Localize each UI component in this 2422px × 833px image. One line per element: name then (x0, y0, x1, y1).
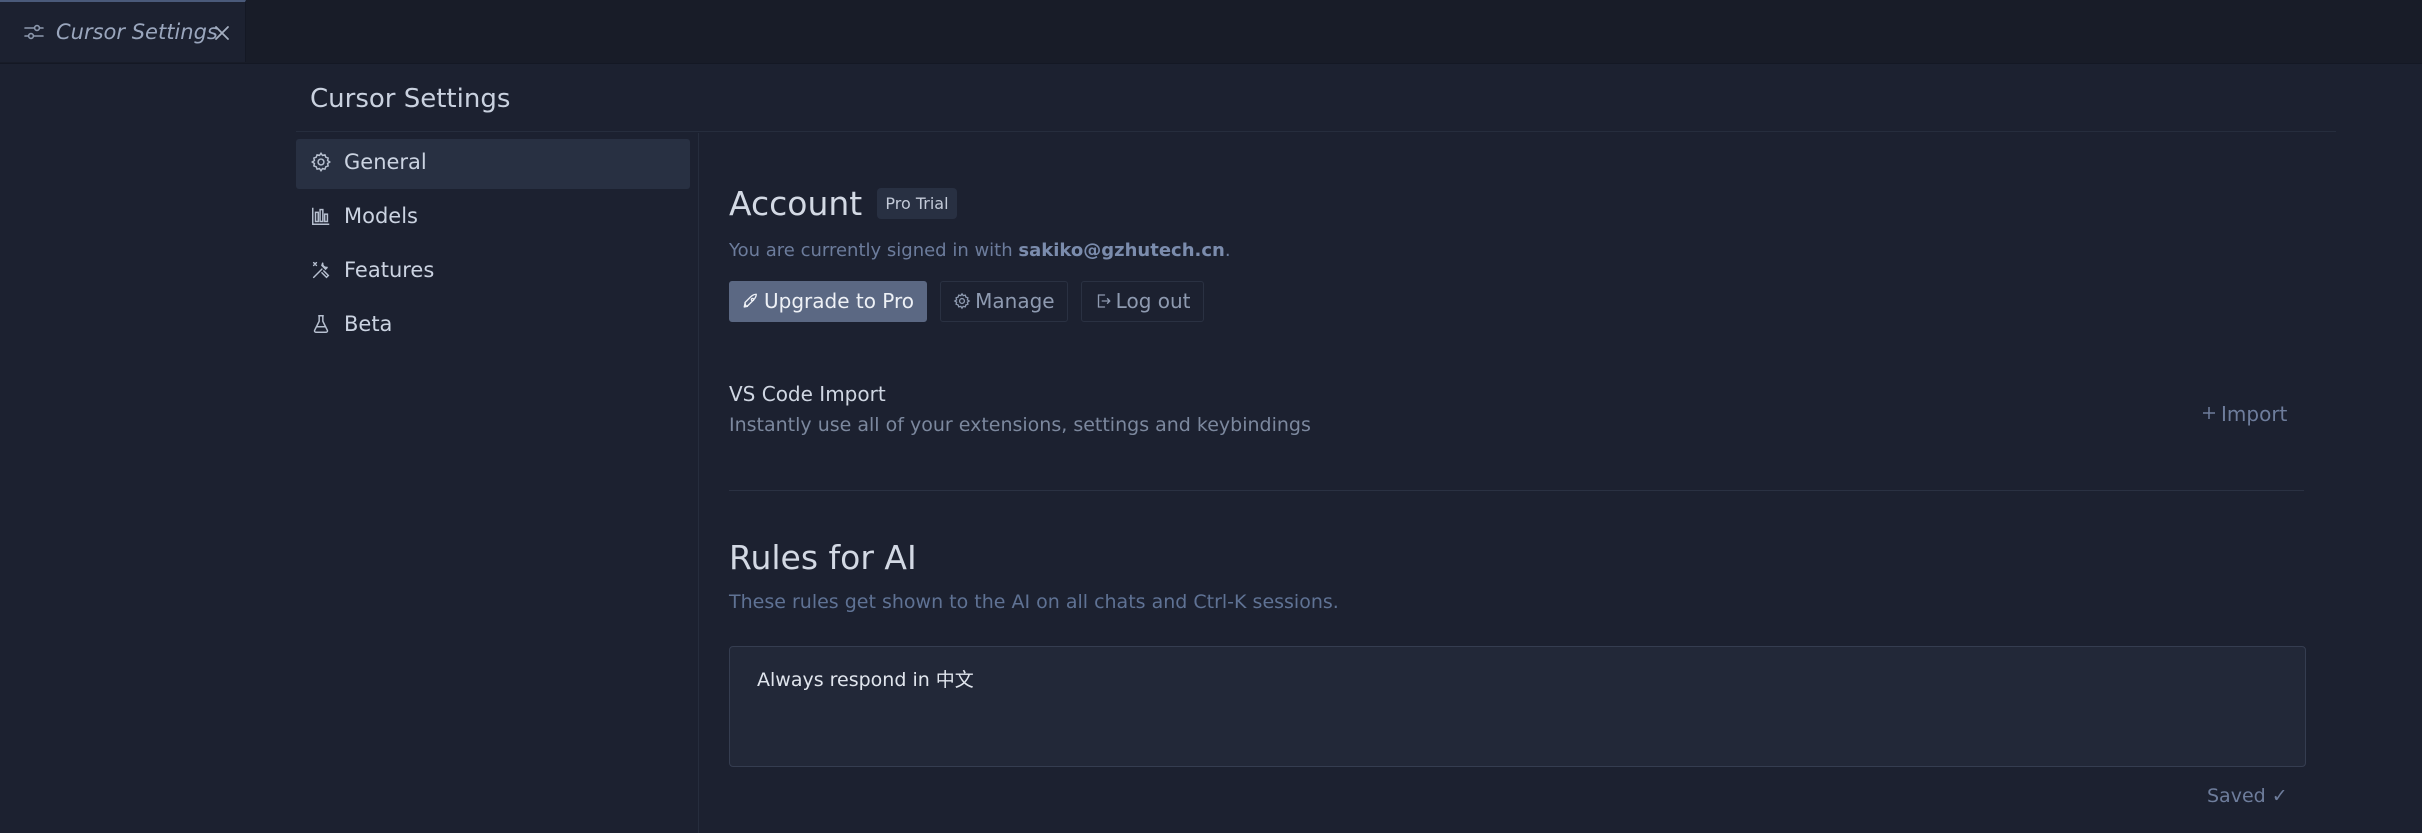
content-divider (698, 133, 699, 833)
tab-cursor-settings[interactable]: Cursor Settings (0, 0, 246, 62)
sidebar-item-beta[interactable]: Beta (296, 301, 690, 351)
vscode-import-title: VS Code Import (729, 382, 886, 406)
import-label: Import (2221, 402, 2288, 426)
manage-label: Manage (975, 289, 1055, 313)
settings-sidebar: General Models Features Beta (296, 139, 690, 355)
account-email: sakiko@gzhutech.cn (1018, 240, 1225, 261)
section-divider (729, 490, 2304, 491)
import-button[interactable]: Import (2201, 402, 2287, 426)
sidebar-item-label: General (344, 150, 427, 174)
gear-icon (310, 151, 332, 173)
upgrade-label: Upgrade to Pro (764, 289, 915, 313)
account-header: Account Pro Trial (729, 184, 957, 223)
editor-tab-bar: Cursor Settings (0, 0, 2422, 64)
manage-button[interactable]: Manage (940, 281, 1068, 322)
page-title: Cursor Settings (310, 84, 511, 114)
saved-status: Saved ✓ (2207, 785, 2288, 807)
plan-badge: Pro Trial (877, 188, 957, 219)
rules-heading: Rules for AI (729, 538, 917, 577)
title-divider (296, 131, 2336, 132)
plus-icon (2203, 406, 2215, 419)
account-actions: Upgrade to Pro Manage Log out (729, 281, 1212, 322)
log-out-icon (1097, 293, 1111, 308)
signed-suffix: . (1224, 240, 1231, 261)
sidebar-item-models[interactable]: Models (296, 193, 690, 243)
tab-title: Cursor Settings (56, 20, 218, 44)
bar-chart-icon (310, 205, 332, 227)
sidebar-item-label: Features (344, 258, 435, 282)
signed-in-text: You are currently signed in with sakiko@… (729, 240, 1231, 261)
gear-icon (953, 292, 971, 309)
settings-sliders-icon (22, 20, 46, 44)
vscode-import-description: Instantly use all of your extensions, se… (729, 414, 1311, 436)
account-heading: Account (729, 184, 863, 223)
signed-prefix: You are currently signed in with (729, 240, 1019, 261)
close-icon[interactable] (212, 23, 232, 43)
log-out-button[interactable]: Log out (1080, 281, 1204, 322)
sidebar-item-label: Models (344, 204, 418, 228)
sidebar-item-label: Beta (344, 312, 393, 336)
rules-description: These rules get shown to the AI on all c… (729, 591, 1339, 613)
rules-for-ai-textarea[interactable]: Always respond in 中文 (729, 646, 2306, 767)
sidebar-item-general[interactable]: General (296, 139, 690, 189)
flask-icon (310, 313, 332, 335)
upgrade-to-pro-button[interactable]: Upgrade to Pro (729, 281, 928, 322)
rocket-icon (743, 293, 757, 308)
tools-icon (310, 259, 332, 281)
log-out-label: Log out (1115, 289, 1191, 313)
sidebar-item-features[interactable]: Features (296, 247, 690, 297)
